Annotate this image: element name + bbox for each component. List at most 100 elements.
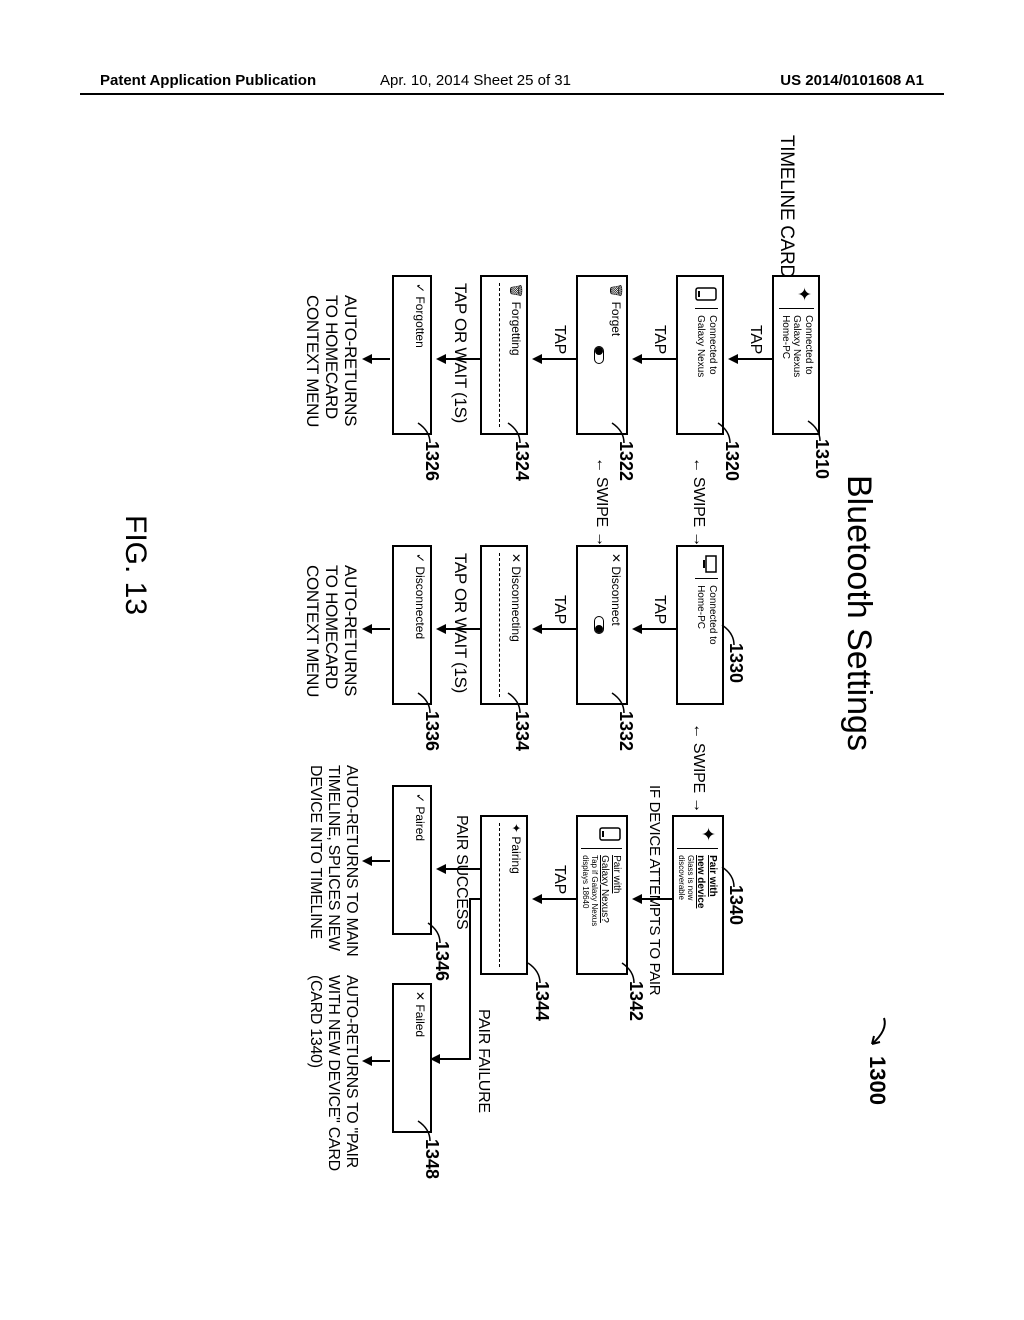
arrow-down-1 bbox=[726, 353, 772, 365]
ref-1344: 1344 bbox=[531, 981, 552, 1021]
leader-1348 bbox=[414, 1121, 432, 1145]
card-1344-text: Pairing bbox=[509, 836, 523, 873]
ref-1310: 1310 bbox=[811, 439, 832, 479]
card-1342: Pair with Galaxy Nexus? Tap if Galaxy Ne… bbox=[576, 815, 628, 975]
ref-1336: 1336 bbox=[421, 711, 442, 751]
auto-return-2: AUTO-RETURNS TO HOMECARD CONTEXT MENU bbox=[303, 565, 360, 697]
header-left: Patent Application Publication bbox=[100, 72, 316, 89]
fork-line bbox=[430, 899, 480, 1079]
card-1340-title: Pair with new device bbox=[695, 855, 718, 908]
tap-label-4: TAP bbox=[650, 595, 668, 624]
ref-1342: 1342 bbox=[625, 981, 646, 1021]
card-1326: ✓ Forgotten bbox=[392, 275, 432, 435]
header-center: Apr. 10, 2014 Sheet 25 of 31 bbox=[380, 72, 571, 89]
card-1342-title: Pair with Galaxy Nexus? bbox=[599, 855, 622, 926]
ref-1340: 1340 bbox=[725, 885, 746, 925]
ref-1330: 1330 bbox=[725, 643, 746, 683]
toggle-icon bbox=[594, 346, 604, 364]
bluetooth-icon: ✦ bbox=[793, 283, 814, 305]
arrow-down-13 bbox=[360, 855, 390, 867]
check-icon: ✓ bbox=[413, 793, 427, 803]
card-1324: 🗑 Forgetting bbox=[480, 275, 528, 435]
arrow-down-14 bbox=[360, 1055, 390, 1067]
if-device-label: IF DEVICE ATTEMPTS TO PAIR bbox=[646, 785, 663, 995]
card-1340-sub: Glass is now discoverable bbox=[677, 855, 695, 908]
x-icon: ✕ bbox=[509, 553, 523, 563]
timeline-card-label: TIMELINE CARD bbox=[775, 135, 797, 278]
ref-1324: 1324 bbox=[511, 441, 532, 481]
card-1330: Connected to Home-PC bbox=[676, 545, 724, 705]
toggle-icon bbox=[594, 616, 604, 634]
trash-icon: 🗑 bbox=[609, 283, 623, 298]
card-1346: ✓ Paired bbox=[392, 785, 432, 935]
tap-label-6: TAP bbox=[550, 865, 568, 894]
x-icon: ✕ bbox=[609, 553, 623, 563]
leader-1330 bbox=[718, 625, 736, 649]
ref-1320: 1320 bbox=[721, 441, 742, 481]
swipe-label-1: ← SWIPE → bbox=[689, 457, 707, 547]
figure-13: Bluetooth Settings 1300 FIG. 13 TIMELINE… bbox=[132, 145, 892, 1135]
card-1310-text: Connected to Galaxy Nexus Home-PC bbox=[780, 308, 815, 377]
card-1326-text: Forgotten bbox=[413, 296, 427, 347]
figure-number-text: 1300 bbox=[865, 1056, 890, 1105]
card-1334-text: Disconnecting bbox=[509, 566, 523, 641]
tap-label-1: TAP bbox=[746, 325, 764, 354]
card-1322-text: Forget bbox=[609, 302, 623, 337]
card-1320: Connected to Galaxy Nexus bbox=[676, 275, 724, 435]
arrow-down-5 bbox=[360, 353, 390, 365]
leader-1322 bbox=[608, 423, 626, 447]
auto-return-pair: AUTO-RETURNS TO "PAIR WITH NEW DEVICE" C… bbox=[306, 975, 360, 1171]
ref-1322: 1322 bbox=[615, 441, 636, 481]
arrow-down-6 bbox=[630, 623, 676, 635]
leader-1326 bbox=[414, 423, 432, 447]
arrow-down-3 bbox=[530, 353, 576, 365]
leader-1324 bbox=[504, 423, 522, 447]
card-1310: ✦ Connected to Galaxy Nexus Home-PC bbox=[772, 275, 820, 435]
check-icon: ✓ bbox=[413, 553, 427, 563]
card-1348: ✕ Failed bbox=[392, 983, 432, 1133]
figure-number: 1300 bbox=[864, 1016, 890, 1105]
swipe-label-2: ← SWIPE → bbox=[592, 457, 610, 547]
figure-title: Bluetooth Settings bbox=[839, 475, 878, 751]
card-1332-text: Disconnect bbox=[609, 566, 623, 625]
auto-return-main: AUTO-RETURNS TO MAIN TIMELINE, SPLICES N… bbox=[306, 765, 360, 956]
card-1336: ✓ Disconnected bbox=[392, 545, 432, 705]
ref-1332: 1332 bbox=[615, 711, 636, 751]
check-icon: ✓ bbox=[413, 283, 427, 293]
arrow-down-7 bbox=[530, 623, 576, 635]
card-1332: ✕ Disconnect bbox=[576, 545, 628, 705]
tap-label-3: TAP bbox=[550, 325, 568, 354]
computer-icon bbox=[696, 553, 718, 575]
arrow-down-12 bbox=[434, 863, 480, 875]
arrow-down-10 bbox=[630, 893, 672, 905]
header-rule bbox=[80, 93, 944, 95]
pair-failure-label: PAIR FAILURE bbox=[474, 1009, 492, 1113]
bluetooth-icon: ✦ bbox=[509, 823, 523, 833]
leader-1320 bbox=[714, 423, 732, 447]
leader-1332 bbox=[608, 693, 626, 717]
card-1322: 🗑 Forget bbox=[576, 275, 628, 435]
phone-icon bbox=[594, 823, 622, 845]
card-1346-text: Paired bbox=[413, 806, 427, 841]
card-1336-text: Disconnected bbox=[413, 566, 427, 639]
arrow-down-8 bbox=[434, 623, 480, 635]
arrow-down-11 bbox=[530, 893, 576, 905]
phone-icon bbox=[690, 283, 718, 305]
card-1342-sub: Tap if Galaxy Nexus displays 18640 bbox=[581, 855, 599, 926]
card-1330-text: Connected to Home-PC bbox=[695, 578, 718, 645]
card-1324-text: Forgetting bbox=[509, 302, 523, 356]
header-right: US 2014/0101608 A1 bbox=[780, 72, 924, 89]
swipe-label-3: ← SWIPE → bbox=[689, 723, 707, 813]
x-icon: ✕ bbox=[413, 991, 427, 1001]
card-1348-text: Failed bbox=[413, 1004, 427, 1037]
tap-label-2: TAP bbox=[650, 325, 668, 354]
leader-1342 bbox=[618, 963, 636, 987]
arrow-down-4 bbox=[434, 353, 480, 365]
arrow-down-9 bbox=[360, 623, 390, 635]
ref-1348: 1348 bbox=[421, 1139, 442, 1179]
leader-1336 bbox=[414, 693, 432, 717]
leader-1344 bbox=[524, 963, 542, 987]
arrow-curve-icon bbox=[866, 1016, 888, 1050]
leader-1340 bbox=[718, 867, 736, 891]
trash-icon: 🗑 bbox=[509, 283, 523, 298]
